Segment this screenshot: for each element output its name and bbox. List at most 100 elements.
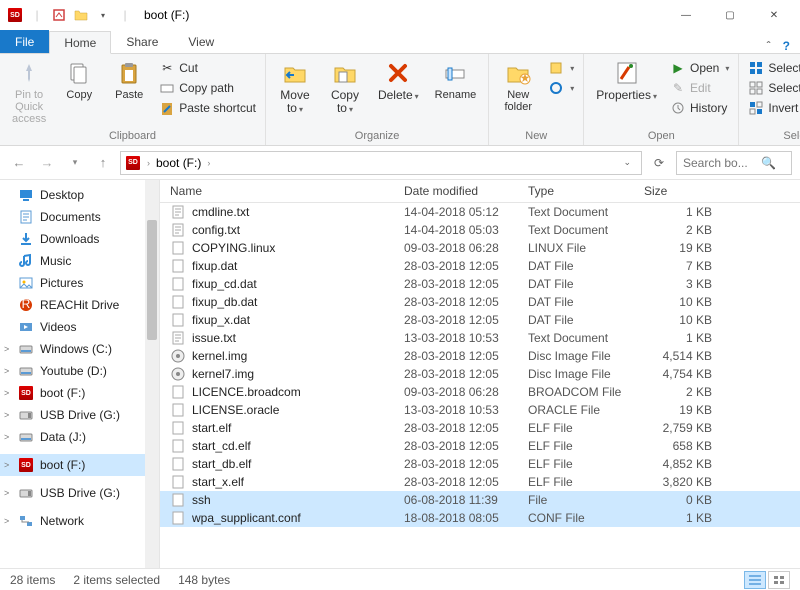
file-row[interactable]: config.txt14-04-2018 05:03Text Document2… [160, 221, 800, 239]
easy-access-button[interactable]: ▾ [545, 79, 577, 97]
sidebar-item-desktop[interactable]: Desktop [0, 184, 159, 206]
file-row[interactable]: kernel7.img28-03-2018 12:05Disc Image Fi… [160, 365, 800, 383]
qat-folder-icon[interactable] [72, 6, 90, 24]
crumb-sep-icon[interactable]: › [207, 158, 210, 168]
address-dropdown-icon[interactable]: ⌄ [617, 157, 637, 168]
file-row[interactable]: issue.txt13-03-2018 10:53Text Document1 … [160, 329, 800, 347]
file-row[interactable]: start.elf28-03-2018 12:05ELF File2,759 K… [160, 419, 800, 437]
nav-pane[interactable]: DesktopDocumentsDownloadsMusicPicturesRR… [0, 180, 160, 568]
select-all-button[interactable]: Select all [745, 59, 800, 77]
file-row[interactable]: LICENCE.broadcom09-03-2018 06:28BROADCOM… [160, 383, 800, 401]
copy-to-button[interactable]: Copy to▾ [322, 57, 368, 118]
refresh-button[interactable]: ⟳ [648, 156, 670, 170]
search-box[interactable]: 🔍 [676, 151, 792, 175]
file-row[interactable]: fixup_db.dat28-03-2018 12:05DAT File10 K… [160, 293, 800, 311]
copy-button[interactable]: Copy [56, 57, 102, 103]
file-row[interactable]: start_cd.elf28-03-2018 12:05ELF File658 … [160, 437, 800, 455]
sidebar-item-pictures[interactable]: Pictures [0, 272, 159, 294]
sidebar-item-downloads[interactable]: Downloads [0, 228, 159, 250]
sidebar-item-network[interactable]: >Network [0, 510, 159, 532]
col-type[interactable]: Type [528, 184, 644, 198]
sidebar-item-data-j-[interactable]: >Data (J:) [0, 426, 159, 448]
new-item-button[interactable]: ▾ [545, 59, 577, 77]
file-row[interactable]: COPYING.linux09-03-2018 06:28LINUX File1… [160, 239, 800, 257]
tree-expand-icon[interactable]: > [4, 516, 9, 526]
sidebar-item-documents[interactable]: Documents [0, 206, 159, 228]
back-button[interactable]: ← [8, 152, 30, 174]
file-row[interactable]: LICENSE.oracle13-03-2018 10:53ORACLE Fil… [160, 401, 800, 419]
tree-expand-icon[interactable]: > [4, 344, 9, 354]
file-type: LINUX File [528, 241, 644, 255]
open-button[interactable]: ▶Open▾ [667, 59, 732, 77]
sidebar-item-usb-drive-g-[interactable]: >USB Drive (G:) [0, 482, 159, 504]
qat-properties-icon[interactable] [50, 6, 68, 24]
file-row[interactable]: fixup_cd.dat28-03-2018 12:05DAT File3 KB [160, 275, 800, 293]
sidebar-item-usb-drive-g-[interactable]: >USB Drive (G:) [0, 404, 159, 426]
paste-shortcut-button[interactable]: Paste shortcut [156, 99, 259, 117]
file-icon [170, 384, 186, 400]
file-date: 28-03-2018 12:05 [404, 367, 528, 381]
sidebar-item-windows-c-[interactable]: >Windows (C:) [0, 338, 159, 360]
tab-file[interactable]: File [0, 30, 49, 53]
col-name[interactable]: Name [160, 184, 404, 198]
tree-expand-icon[interactable]: > [4, 410, 9, 420]
select-all-icon [748, 60, 764, 76]
search-input[interactable] [683, 156, 757, 170]
qat-dropdown-icon[interactable]: ▾ [94, 6, 112, 24]
paste-button[interactable]: Paste [106, 57, 152, 103]
sidebar-item-boot-f-[interactable]: >SDboot (F:) [0, 454, 159, 476]
move-to-button[interactable]: Move to▾ [272, 57, 318, 118]
file-row[interactable]: fixup_x.dat28-03-2018 12:05DAT File10 KB [160, 311, 800, 329]
tab-share[interactable]: Share [111, 30, 173, 53]
tab-view[interactable]: View [173, 30, 229, 53]
sidebar-item-music[interactable]: Music [0, 250, 159, 272]
column-headers[interactable]: Name Date modified Type Size [160, 180, 800, 203]
file-row[interactable]: wpa_supplicant.conf18-08-2018 08:05CONF … [160, 509, 800, 527]
copy-path-button[interactable]: Copy path [156, 79, 259, 97]
invert-selection-button[interactable]: Invert selection [745, 99, 800, 117]
minimize-button[interactable]: — [664, 0, 708, 30]
scrollbar[interactable] [145, 180, 159, 568]
history-button[interactable]: History [667, 99, 732, 117]
rename-button[interactable]: Rename [429, 57, 483, 103]
file-row[interactable]: ssh06-08-2018 11:39File0 KB [160, 491, 800, 509]
recent-dropdown[interactable]: ▾ [64, 152, 86, 174]
file-row[interactable]: start_x.elf28-03-2018 12:05ELF File3,820… [160, 473, 800, 491]
file-name: kernel7.img [192, 367, 254, 381]
tree-expand-icon[interactable]: > [4, 366, 9, 376]
maximize-button[interactable]: ▢ [708, 0, 752, 30]
close-button[interactable]: ✕ [752, 0, 796, 30]
address-bar[interactable]: SD › boot (F:) › ⌄ [120, 151, 642, 175]
file-row[interactable]: kernel.img28-03-2018 12:05Disc Image Fil… [160, 347, 800, 365]
file-row[interactable]: start_db.elf28-03-2018 12:05ELF File4,85… [160, 455, 800, 473]
crumb-sep-icon[interactable]: › [147, 158, 150, 168]
delete-button[interactable]: Delete▾ [372, 57, 425, 105]
status-selected-count: 2 items selected [73, 573, 160, 587]
cut-button[interactable]: ✂Cut [156, 59, 259, 77]
tree-expand-icon[interactable]: > [4, 488, 9, 498]
thumbnails-view-button[interactable] [768, 571, 790, 589]
tree-expand-icon[interactable]: > [4, 388, 9, 398]
help-icon[interactable]: ? [783, 39, 790, 53]
edit-button[interactable]: ✎Edit [667, 79, 732, 97]
tree-expand-icon[interactable]: > [4, 432, 9, 442]
forward-button[interactable]: → [36, 152, 58, 174]
file-row[interactable]: fixup.dat28-03-2018 12:05DAT File7 KB [160, 257, 800, 275]
col-date[interactable]: Date modified [404, 184, 528, 198]
col-size[interactable]: Size [644, 184, 734, 198]
sidebar-item-youtube-d-[interactable]: >Youtube (D:) [0, 360, 159, 382]
crumb-root[interactable]: boot (F:) [156, 156, 201, 170]
file-row[interactable]: cmdline.txt14-04-2018 05:12Text Document… [160, 203, 800, 221]
ribbon-collapse-icon[interactable]: ˆ [767, 39, 771, 53]
tree-expand-icon[interactable]: > [4, 460, 9, 470]
select-none-button[interactable]: Select none [745, 79, 800, 97]
sidebar-item-videos[interactable]: Videos [0, 316, 159, 338]
new-folder-button[interactable]: ★ New folder [495, 57, 541, 115]
sidebar-item-reachit-drive[interactable]: RREACHit Drive [0, 294, 159, 316]
pin-quick-access-button[interactable]: Pin to Quick access [6, 57, 52, 127]
tab-home[interactable]: Home [49, 31, 111, 54]
properties-button[interactable]: Properties▾ [590, 57, 663, 105]
details-view-button[interactable] [744, 571, 766, 589]
up-button[interactable]: ↑ [92, 152, 114, 174]
sidebar-item-boot-f-[interactable]: >SDboot (F:) [0, 382, 159, 404]
